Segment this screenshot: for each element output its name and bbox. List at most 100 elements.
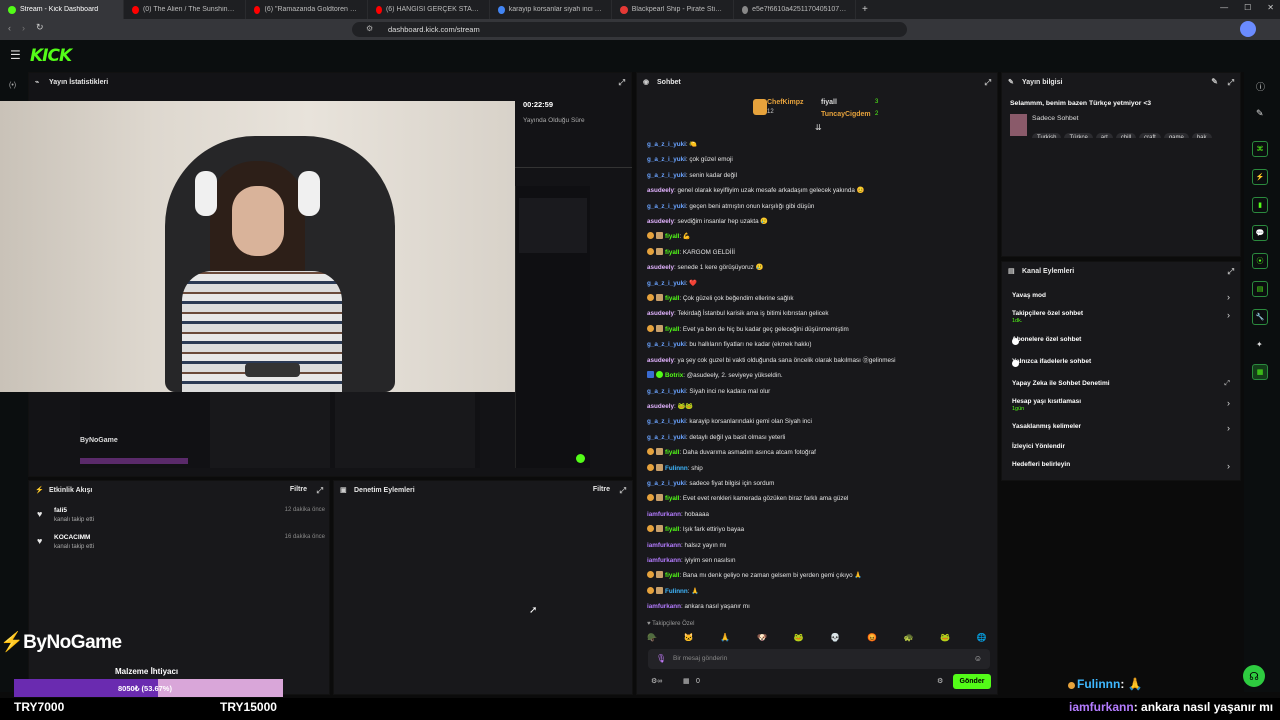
browser-tab[interactable]: Stream - Kick Dashboard <box>0 0 124 19</box>
chat-username[interactable]: g_a_z_i_yuki <box>647 280 686 287</box>
chevron-right-icon[interactable]: › <box>1227 423 1230 433</box>
close-icon[interactable]: ✕ <box>1267 3 1274 12</box>
channel-action-row[interactable]: Hedefleri belirleyin › <box>1012 461 1230 481</box>
chat-username[interactable]: asudeely <box>647 187 674 194</box>
chat-username[interactable]: fiyall <box>665 572 679 579</box>
chat-username[interactable]: fiyall <box>665 249 679 256</box>
rail-button-5[interactable]: ⦿ <box>1252 253 1268 269</box>
chat-settings-icon[interactable]: ⚙ <box>937 677 943 685</box>
edit-icon[interactable]: ✎ <box>1211 77 1218 86</box>
channel-action-row[interactable]: Yalnızca ifadelerle sohbet <box>1012 358 1230 378</box>
rail-button-4[interactable]: 💬 <box>1252 225 1268 241</box>
chat-username[interactable]: fiyall <box>665 449 679 456</box>
chat-username[interactable]: iamfurkann <box>647 557 681 564</box>
chat-username[interactable]: Botrix <box>665 372 683 379</box>
stream-tag[interactable]: chill <box>1115 133 1137 138</box>
minimize-icon[interactable]: — <box>1220 3 1228 12</box>
expand-icon[interactable]: ⤢ <box>1228 78 1234 88</box>
settings-icon[interactable]: ⚙∞ <box>651 677 662 685</box>
emote-icon[interactable]: 🐸 <box>794 633 804 645</box>
emote-icon[interactable]: 💀 <box>830 633 840 645</box>
kick-logo[interactable]: KICK <box>30 46 72 66</box>
emote-icon[interactable]: 🐶 <box>757 633 767 645</box>
chat-username[interactable]: asudeely <box>647 218 674 225</box>
browser-tab[interactable]: karayip korsanlar siyah inci - Google <box>490 0 612 19</box>
emote-icon[interactable]: 🐸 <box>940 633 950 645</box>
chevron-right-icon[interactable]: › <box>1227 292 1230 302</box>
rail-button-1[interactable]: ⌘ <box>1252 141 1268 157</box>
chat-username[interactable]: g_a_z_i_yuki <box>647 203 686 210</box>
emote-icon[interactable]: 🙏 <box>720 633 730 645</box>
chevron-right-icon[interactable]: › <box>1227 310 1230 320</box>
new-tab-icon[interactable]: + <box>856 4 874 15</box>
browser-tab[interactable]: e5e7f6610a42511704051073e3a7a5?... <box>734 0 856 19</box>
chat-username[interactable]: g_a_z_i_yuki <box>647 480 686 487</box>
rail-button-3[interactable]: ▮ <box>1252 197 1268 213</box>
chat-username[interactable]: iamfurkann <box>647 511 681 518</box>
stream-tag[interactable]: Turkish <box>1032 133 1062 138</box>
activity-user[interactable]: KOCACIMM <box>54 534 90 541</box>
expand-icon[interactable]: ⤢ <box>620 486 626 496</box>
chat-username[interactable]: iamfurkann <box>647 542 681 549</box>
chat-username[interactable]: asudeely <box>647 310 674 317</box>
site-info-icon[interactable]: ⚙ <box>366 24 373 33</box>
browser-tab[interactable]: (6) HANGİSİ GERÇEK STAND-UP KOİ... <box>368 0 490 19</box>
chat-username[interactable]: g_a_z_i_yuki <box>647 172 686 179</box>
send-button[interactable]: Gönder <box>953 674 991 689</box>
stream-tag[interactable]: craft <box>1139 133 1161 138</box>
expand-icon[interactable]: ⤢ <box>985 78 991 88</box>
chat-username[interactable]: g_a_z_i_yuki <box>647 434 686 441</box>
rail-button-7[interactable]: 🔧 <box>1252 309 1268 325</box>
external-link-icon[interactable]: ⤢ <box>1224 380 1230 388</box>
maximize-icon[interactable]: ☐ <box>1244 3 1251 12</box>
forward-icon[interactable]: › <box>22 23 25 33</box>
stream-tag[interactable]: game <box>1163 133 1189 138</box>
emoji-icon[interactable]: ☺ <box>974 654 982 663</box>
back-icon[interactable]: ‹ <box>8 23 11 33</box>
url-field[interactable]: ⚙ dashboard.kick.com/stream <box>352 22 907 37</box>
collapse-icon[interactable]: (•) <box>9 82 16 89</box>
reload-icon[interactable]: ↻ <box>36 22 44 33</box>
chat-username[interactable]: fiyall <box>665 326 679 333</box>
puzzle-icon[interactable]: ✦ <box>1256 340 1263 349</box>
browser-tab[interactable]: (6) "Ramazanda Goldtoren Edis" Kick <box>246 0 368 19</box>
stream-tag[interactable]: hak <box>1191 133 1212 138</box>
stream-tag[interactable]: art <box>1095 133 1113 138</box>
expand-icon[interactable]: ⤢ <box>1228 267 1234 277</box>
channel-action-row[interactable]: Takipçilere özel sohbet 1dk. › <box>1012 310 1230 330</box>
info-circle-icon[interactable]: ⓘ <box>1256 80 1265 93</box>
expand-icon[interactable]: ⤢ <box>317 486 323 496</box>
stream-tag[interactable]: Türkçe <box>1064 133 1093 138</box>
browser-tab[interactable]: (0) The Alien / The Sunshine / Th... <box>124 0 246 19</box>
help-button[interactable]: ☊ <box>1243 665 1265 687</box>
chat-username[interactable]: Fulinnn <box>665 588 688 595</box>
expand-icon[interactable]: ⤢ <box>619 78 625 88</box>
chat-username[interactable]: g_a_z_i_yuki <box>647 141 686 148</box>
chevron-down-icon[interactable]: ⇊ <box>815 123 822 132</box>
channel-action-row[interactable]: Abonelere özel sohbet <box>1012 336 1230 356</box>
emote-icon[interactable]: 🐢 <box>904 633 914 645</box>
moderation-filter[interactable]: Filtre <box>593 486 610 493</box>
channel-action-row[interactable]: İzleyici Yönlendir <box>1012 443 1230 463</box>
chat-username[interactable]: fiyall <box>665 526 679 533</box>
top-user-3[interactable]: TuncayCigdem <box>821 111 871 118</box>
chat-username[interactable]: Fulinnn <box>665 465 688 472</box>
channel-action-row[interactable]: Yapay Zeka ile Sohbet Denetimi ⤢ <box>1012 380 1230 400</box>
emote-icon[interactable]: 😡 <box>867 633 877 645</box>
rail-button-8[interactable]: ▦ <box>1252 364 1268 380</box>
pencil-icon[interactable]: ✎ <box>1256 108 1264 119</box>
top-user-1[interactable]: ChefKimpz <box>767 99 804 106</box>
chat-username[interactable]: fiyall <box>665 495 679 502</box>
rail-button-2[interactable]: ⚡ <box>1252 169 1268 185</box>
browser-tab[interactable]: Blackpearl Ship - Pirate Sticker <box>612 0 734 19</box>
chat-username[interactable]: g_a_z_i_yuki <box>647 156 686 163</box>
channel-action-row[interactable]: Yavaş mod › <box>1012 292 1230 312</box>
rail-button-6[interactable]: ▤ <box>1252 281 1268 297</box>
chat-username[interactable]: asudeely <box>647 357 674 364</box>
channel-action-row[interactable]: Yasaklanmış kelimeler › <box>1012 423 1230 443</box>
activity-user[interactable]: fali5 <box>54 507 67 514</box>
chevron-right-icon[interactable]: › <box>1227 461 1230 471</box>
profile-avatar[interactable] <box>1240 21 1256 37</box>
chat-username[interactable]: fiyall <box>665 295 679 302</box>
chat-username[interactable]: asudeely <box>647 264 674 271</box>
